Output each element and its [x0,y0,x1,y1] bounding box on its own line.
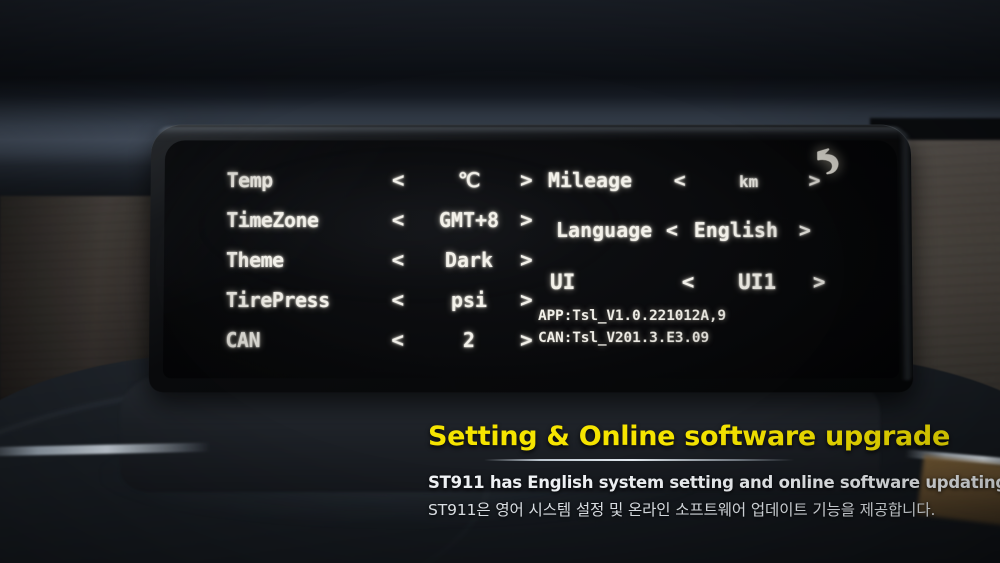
settings-menu: Temp < ℃ > TimeZone < GMT+8 > Theme < Da… [163,140,899,378]
screenshot-scene: Temp < ℃ > TimeZone < GMT+8 > Theme < Da… [0,0,1000,563]
setting-value-mileage: km [738,172,759,192]
language-prev-arrow-icon[interactable]: < [664,218,680,242]
temp-prev-arrow-icon[interactable]: < [378,168,418,192]
caption-block: Setting & Online software upgrade ST911 … [428,421,1000,520]
caption-subtitle-ko: ST911은 영어 시스템 설정 및 온라인 소프트웨어 업데이트 기능을 제공… [428,501,936,519]
device-right-edge [898,130,914,381]
theme-prev-arrow-icon[interactable]: < [378,248,418,272]
ui-next-arrow-icon[interactable]: > [800,270,838,294]
setting-row-ui[interactable]: UI < UI1 > [550,270,838,294]
settings-screen: Temp < ℃ > TimeZone < GMT+8 > Theme < Da… [162,140,900,379]
setting-row-timezone[interactable]: TimeZone < GMT+8 > [226,208,532,248]
setting-value-timezone: GMT+8 [438,208,500,233]
tirepress-prev-arrow-icon[interactable]: < [378,288,418,312]
setting-row-theme[interactable]: Theme < Dark > [225,248,533,288]
setting-row-mileage[interactable]: Mileage < km > [548,168,832,192]
setting-label-ui: UI [550,269,576,295]
temp-next-arrow-icon[interactable]: > [520,168,533,192]
setting-row-tirepress[interactable]: TirePress < psi > [225,288,533,328]
timezone-prev-arrow-icon[interactable]: < [378,208,418,232]
setting-row-can[interactable]: CAN < 2 > [225,328,532,368]
caption-divider [484,459,794,461]
setting-row-language[interactable]: Language < English > [556,218,818,242]
setting-value-ui: UI1 [738,269,777,295]
device-bezel-highlight [155,126,907,141]
tirepress-next-arrow-icon[interactable]: > [520,288,533,312]
firmware-can-version: CAN:Tsl_V201.3.E3.09 [538,330,709,347]
setting-row-temp[interactable]: Temp < ℃ > [226,168,533,208]
setting-label-can: CAN [225,328,261,353]
caption-subtitle-en: ST911 has English system setting and onl… [428,473,1000,492]
back-arrow-icon[interactable] [808,146,844,180]
setting-value-can: 2 [462,328,475,353]
mileage-prev-arrow-icon[interactable]: < [660,168,700,192]
setting-label-theme: Theme [225,248,284,272]
setting-label-mileage: Mileage [547,168,633,193]
setting-value-tirepress: psi [450,288,488,313]
can-next-arrow-icon[interactable]: > [520,328,533,352]
hud-device: Temp < ℃ > TimeZone < GMT+8 > Theme < Da… [148,124,914,393]
language-next-arrow-icon[interactable]: > [792,218,818,242]
firmware-app-version: APP:Tsl_V1.0.221012A,9 [538,308,726,325]
ui-prev-arrow-icon[interactable]: < [662,270,714,294]
setting-value-temp: ℃ [457,168,481,193]
setting-label-tirepress: TirePress [225,288,330,313]
caption-title: Setting & Online software upgrade [428,421,950,452]
setting-label-language: Language [555,218,653,243]
theme-next-arrow-icon[interactable]: > [520,248,533,272]
setting-value-language: English [693,218,779,243]
can-prev-arrow-icon[interactable]: < [378,328,418,352]
setting-label-timezone: TimeZone [226,208,319,233]
setting-value-theme: Dark [444,248,494,272]
setting-label-temp: Temp [226,168,273,193]
settings-column-left: Temp < ℃ > TimeZone < GMT+8 > Theme < Da… [225,168,533,368]
timezone-next-arrow-icon[interactable]: > [520,208,533,232]
